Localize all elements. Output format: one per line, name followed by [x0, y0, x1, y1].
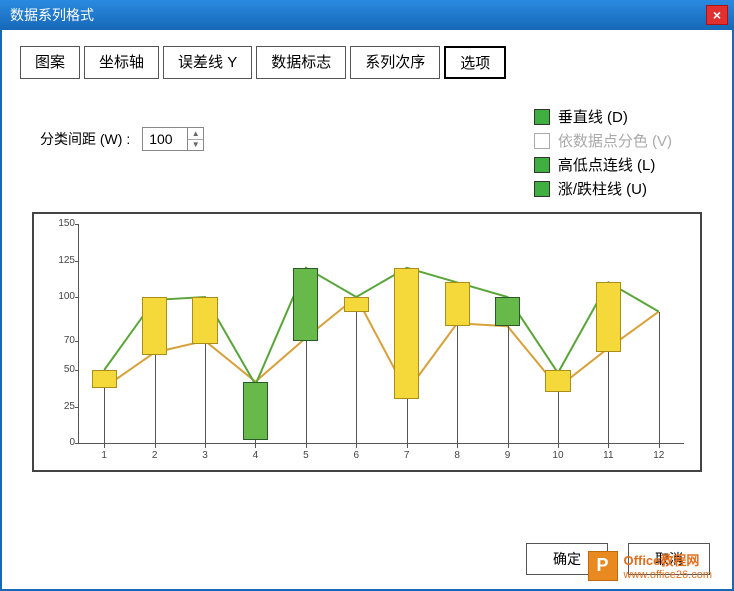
option-droplines[interactable]: 垂直线 (D): [534, 106, 672, 127]
up-down-bar: [445, 282, 470, 326]
close-button[interactable]: ×: [706, 5, 728, 25]
chart-lines: [79, 224, 684, 443]
options-row: 分类间距 (W) : ▲ ▼ 垂直线 (D) 依数据点分色 (V) 高低点连线 …: [40, 103, 702, 202]
up-down-bar: [192, 297, 217, 344]
up-down-bar: [394, 268, 419, 399]
gap-width-input[interactable]: [143, 128, 187, 150]
tab-errorbar-y[interactable]: 误差线 Y: [163, 46, 252, 79]
tab-pattern[interactable]: 图案: [20, 46, 80, 79]
title-bar: 数据系列格式 ×: [0, 0, 734, 30]
tab-axis[interactable]: 坐标轴: [84, 46, 159, 79]
drop-line: [659, 312, 660, 443]
x-tick: 9: [505, 450, 511, 461]
spinner-arrows[interactable]: ▲ ▼: [187, 128, 203, 150]
x-tick: 10: [552, 450, 563, 461]
tab-series-order[interactable]: 系列次序: [350, 46, 440, 79]
up-down-bar: [344, 297, 369, 312]
checkbox-icon: [534, 109, 550, 125]
option-label: 涨/跌柱线 (U): [558, 178, 647, 199]
checkbox-icon: [534, 157, 550, 173]
option-up-down-bars[interactable]: 涨/跌柱线 (U): [534, 178, 672, 199]
close-icon: ×: [713, 7, 721, 23]
tab-options[interactable]: 选项: [444, 46, 506, 79]
x-tick: 12: [653, 450, 664, 461]
x-tick: 3: [202, 450, 208, 461]
tab-strip: 图案 坐标轴 误差线 Y 数据标志 系列次序 选项: [20, 46, 714, 79]
spinner-up-icon[interactable]: ▲: [188, 128, 203, 140]
x-tick: 2: [152, 450, 158, 461]
x-tick: 8: [454, 450, 460, 461]
chart-options-list: 垂直线 (D) 依数据点分色 (V) 高低点连线 (L) 涨/跌柱线 (U): [534, 103, 672, 202]
x-tick: 4: [253, 450, 259, 461]
spinner-down-icon[interactable]: ▼: [188, 140, 203, 151]
option-label: 垂直线 (D): [558, 106, 628, 127]
chart-preview: 0255070100125150123456789101112: [32, 212, 702, 472]
dialog-body: 图案 坐标轴 误差线 Y 数据标志 系列次序 选项 分类间距 (W) : ▲ ▼…: [0, 30, 734, 591]
checkbox-icon: [534, 133, 550, 149]
checkbox-icon: [534, 181, 550, 197]
x-tick: 5: [303, 450, 309, 461]
drop-line: [356, 297, 357, 443]
up-down-bar: [495, 297, 520, 326]
cancel-button[interactable]: 取消: [628, 543, 710, 575]
gap-width-spinner[interactable]: ▲ ▼: [142, 127, 204, 151]
window-title: 数据系列格式: [10, 5, 94, 25]
option-label: 依数据点分色 (V): [558, 130, 672, 151]
x-tick: 6: [354, 450, 360, 461]
up-down-bar: [243, 382, 268, 440]
option-high-low-lines[interactable]: 高低点连线 (L): [534, 154, 672, 175]
up-down-bar: [293, 268, 318, 341]
ok-button[interactable]: 确定: [526, 543, 608, 575]
up-down-bar: [596, 282, 621, 352]
x-tick: 1: [101, 450, 107, 461]
up-down-bar: [545, 370, 570, 392]
up-down-bar: [142, 297, 167, 355]
gap-width-control: 分类间距 (W) : ▲ ▼: [40, 127, 204, 151]
chart-plot-area: 0255070100125150123456789101112: [78, 224, 684, 444]
gap-width-label: 分类间距 (W) :: [40, 129, 130, 149]
option-vary-colors: 依数据点分色 (V): [534, 130, 672, 151]
x-tick: 11: [603, 450, 613, 461]
dialog-buttons: 确定 取消: [526, 543, 710, 575]
up-down-bar: [92, 370, 117, 388]
x-tick: 7: [404, 450, 410, 461]
option-label: 高低点连线 (L): [558, 154, 656, 175]
tab-data-labels[interactable]: 数据标志: [256, 46, 346, 79]
